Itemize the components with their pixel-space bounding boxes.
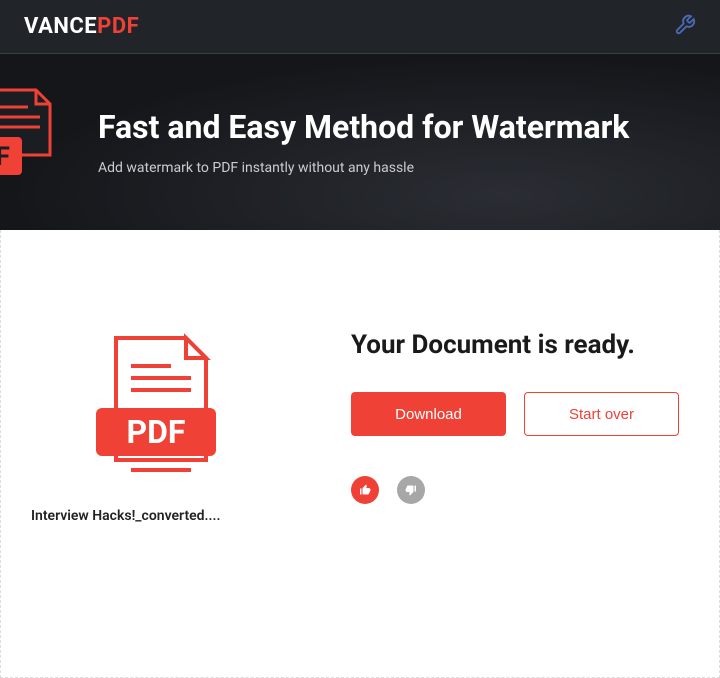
- pdf-hero-icon: PDF: [0, 85, 70, 199]
- start-over-button[interactable]: Start over: [524, 392, 679, 436]
- thumbs-down-button[interactable]: [397, 476, 425, 504]
- svg-text:PDF: PDF: [127, 413, 186, 451]
- hero-text: Fast and Easy Method for Watermark Add w…: [98, 108, 629, 176]
- hero-section: PDF Fast and Easy Method for Watermark A…: [0, 54, 720, 230]
- thumbs-down-icon: [405, 484, 417, 496]
- filename-label: Interview Hacks!_converted....: [31, 508, 220, 524]
- thumbs-up-button[interactable]: [351, 476, 379, 504]
- logo[interactable]: VANCEPDF: [24, 14, 139, 39]
- wrench-icon[interactable]: [674, 14, 696, 40]
- hero-title: Fast and Easy Method for Watermark: [98, 108, 629, 146]
- download-button[interactable]: Download: [351, 392, 506, 436]
- feedback-row: [351, 476, 689, 504]
- action-column: Your Document is ready. Download Start o…: [351, 290, 689, 504]
- pdf-file-icon: PDF: [76, 330, 236, 490]
- result-card: PDF Interview Hacks!_converted.... Your …: [0, 230, 720, 678]
- logo-part2: PDF: [97, 14, 139, 39]
- hero-subtitle: Add watermark to PDF instantly without a…: [98, 160, 629, 176]
- pdf-badge-text: PDF: [0, 142, 10, 172]
- thumbs-up-icon: [359, 484, 371, 496]
- app-header: VANCEPDF: [0, 0, 720, 54]
- ready-title: Your Document is ready.: [351, 330, 689, 360]
- logo-part1: VANCE: [24, 14, 97, 39]
- document-column: PDF Interview Hacks!_converted....: [31, 290, 281, 524]
- button-row: Download Start over: [351, 392, 689, 436]
